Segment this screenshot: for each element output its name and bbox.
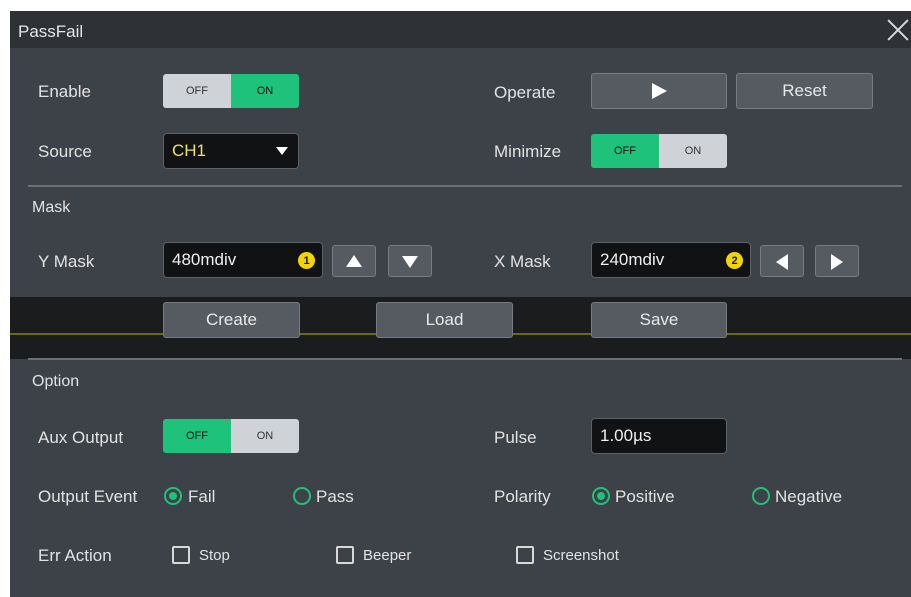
minimize-off-option[interactable]: OFF <box>591 134 659 168</box>
mask-section-title: Mask <box>32 199 71 216</box>
negative-radio[interactable] <box>752 487 770 505</box>
fail-radio[interactable] <box>164 487 182 505</box>
x-mask-left-button[interactable] <box>760 245 804 277</box>
minimize-on-option[interactable]: ON <box>659 134 727 168</box>
pulse-label: Pulse <box>494 428 537 447</box>
stop-checkbox[interactable] <box>172 546 190 564</box>
x-mask-value: 240mdiv <box>600 250 665 269</box>
divider <box>28 358 902 360</box>
play-icon <box>652 83 667 99</box>
load-button[interactable]: Load <box>376 302 513 338</box>
minimize-toggle[interactable]: OFF ON <box>591 134 727 168</box>
y-mask-up-button[interactable] <box>332 245 376 277</box>
x-mask-right-button[interactable] <box>815 245 859 277</box>
x-mask-label: X Mask <box>494 252 551 271</box>
close-icon[interactable] <box>886 18 910 42</box>
option-panel <box>10 359 911 597</box>
save-button[interactable]: Save <box>591 302 727 338</box>
y-mask-value: 480mdiv <box>172 250 237 269</box>
pass-radio[interactable] <box>293 487 311 505</box>
positive-radio-label[interactable]: Positive <box>615 487 675 507</box>
reset-button[interactable]: Reset <box>736 73 873 109</box>
aux-off-option[interactable]: OFF <box>163 419 231 453</box>
y-mask-down-button[interactable] <box>388 245 432 277</box>
minimize-label: Minimize <box>494 142 562 161</box>
source-value: CH1 <box>172 141 207 160</box>
option-section-title: Option <box>32 373 80 390</box>
pass-radio-label[interactable]: Pass <box>316 487 354 507</box>
stop-checkbox-label[interactable]: Stop <box>199 547 230 564</box>
screenshot-checkbox[interactable] <box>516 546 534 564</box>
beeper-checkbox-label[interactable]: Beeper <box>363 547 411 564</box>
y-mask-label: Y Mask <box>38 252 95 271</box>
create-button[interactable]: Create <box>163 302 300 338</box>
pulse-input[interactable]: 1.00µs <box>591 418 727 454</box>
chevron-down-icon <box>276 147 288 155</box>
source-label: Source <box>38 142 92 161</box>
pulse-value: 1.00µs <box>600 426 652 445</box>
err-action-label: Err Action <box>38 546 112 565</box>
knob-1-badge: 1 <box>298 252 315 269</box>
triangle-right-icon <box>831 254 843 270</box>
negative-radio-label[interactable]: Negative <box>775 487 842 507</box>
aux-on-option[interactable]: ON <box>231 419 299 453</box>
triangle-down-icon <box>402 256 418 268</box>
triangle-up-icon <box>346 255 362 267</box>
divider <box>28 185 902 187</box>
enable-off-option[interactable]: OFF <box>163 74 231 108</box>
source-select[interactable]: CH1 <box>163 133 299 169</box>
aux-output-label: Aux Output <box>38 428 124 447</box>
operate-play-button[interactable] <box>591 73 727 109</box>
knob-2-badge: 2 <box>726 252 743 269</box>
title-bar <box>10 11 911 48</box>
enable-label: Enable <box>38 82 91 101</box>
dialog-title: PassFail <box>18 22 84 41</box>
enable-toggle[interactable]: OFF ON <box>163 74 299 108</box>
fail-radio-label[interactable]: Fail <box>188 487 215 507</box>
aux-output-toggle[interactable]: OFF ON <box>163 419 299 453</box>
screenshot-checkbox-label[interactable]: Screenshot <box>543 547 619 564</box>
beeper-checkbox[interactable] <box>336 546 354 564</box>
enable-on-option[interactable]: ON <box>231 74 299 108</box>
operate-label: Operate <box>494 83 556 102</box>
output-event-label: Output Event <box>38 487 138 506</box>
polarity-label: Polarity <box>494 487 551 506</box>
triangle-left-icon <box>776 254 788 270</box>
positive-radio[interactable] <box>592 487 610 505</box>
